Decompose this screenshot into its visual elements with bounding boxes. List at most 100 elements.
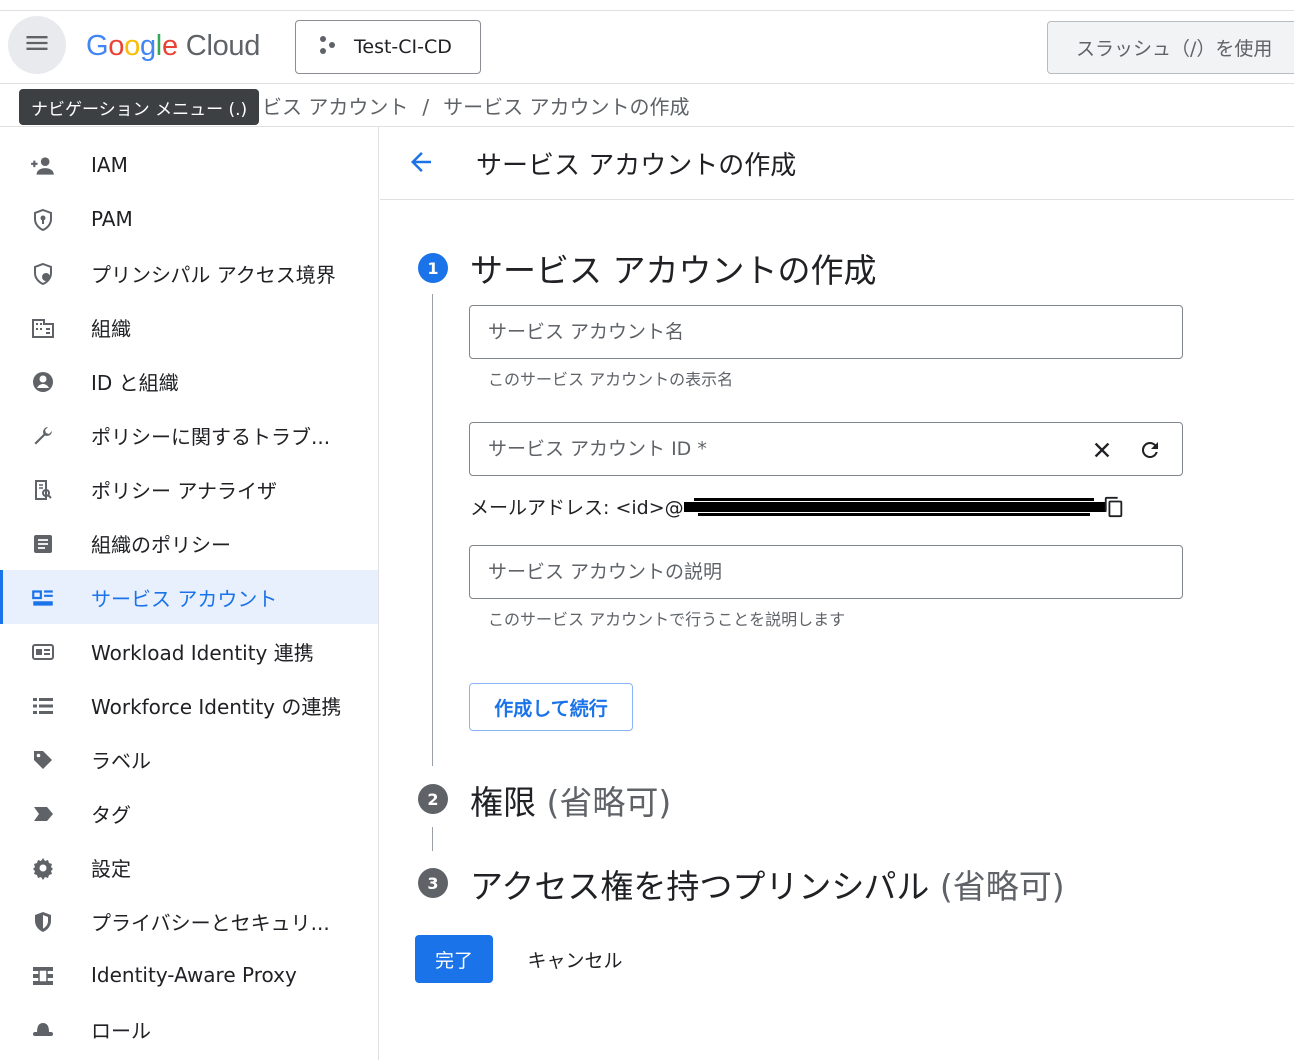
policy-search-icon	[30, 477, 56, 503]
sidebar-item-iam[interactable]: IAM	[0, 138, 378, 192]
sidebar-item-labels[interactable]: ラベル	[0, 732, 378, 786]
step-1-title-text: サービス アカウントの作成	[470, 251, 877, 290]
search-input[interactable]: スラッシュ（/）を使用	[1047, 21, 1294, 74]
sidebar-item-organization[interactable]: 組織	[0, 300, 378, 354]
sidebar-item-service-accounts[interactable]: サービス アカウント	[0, 570, 378, 624]
sidebar-item-workforce-identity[interactable]: Workforce Identity の連携	[0, 678, 378, 732]
sidebar-item-label: プリンシパル アクセス境界	[91, 262, 336, 287]
arrow-back-icon	[406, 147, 436, 181]
clear-icon[interactable]	[1088, 436, 1116, 464]
project-hub-icon	[316, 33, 340, 62]
sidebar-item-identity-and-organization[interactable]: ID と組織	[0, 354, 378, 408]
id-card-icon	[30, 639, 56, 665]
breadcrumb-separator: /	[422, 95, 430, 119]
step-2-title[interactable]: 権限 (省略可)	[470, 776, 671, 824]
tag-icon	[30, 801, 56, 827]
sidebar-item-tags[interactable]: タグ	[0, 786, 378, 840]
logo-google: Google	[86, 29, 178, 62]
service-account-id-input[interactable]	[470, 423, 1182, 475]
sidebar-item-principal-access-boundary[interactable]: プリンシパル アクセス境界	[0, 246, 378, 300]
sidebar-item-label: ポリシーに関するトラブ...	[91, 424, 331, 449]
step-connector-2	[432, 827, 433, 851]
step-3-number: 3	[418, 868, 448, 898]
sidebar-item-roles[interactable]: ロール	[0, 1002, 378, 1056]
hamburger-icon	[23, 29, 51, 61]
sidebar-item-label: ラベル	[91, 748, 151, 773]
sidebar-item-policy-troubleshooter[interactable]: ポリシーに関するトラブ...	[0, 408, 378, 462]
sidebar-item-label: Identity-Aware Proxy	[91, 963, 297, 987]
done-button[interactable]: 完了	[415, 935, 493, 983]
step-1-number: 1	[418, 253, 448, 283]
page-title: サービス アカウントの作成	[476, 151, 797, 181]
main-header: サービス アカウントの作成	[380, 127, 1294, 200]
step-3-title[interactable]: アクセス権を持つプリンシパル (省略可)	[470, 860, 1065, 908]
email-label: メールアドレス: <id>@	[470, 497, 684, 519]
sidebar-item-settings[interactable]: 設定	[0, 840, 378, 894]
building-icon	[30, 315, 56, 341]
shield-person-icon	[30, 261, 56, 287]
sidebar-item-label: PAM	[91, 207, 133, 231]
sidebar-item-label: 設定	[91, 856, 131, 881]
sidebar: IAM PAM プリンシパル アクセス境界 組織 ID と組織 ポリシーに関する…	[0, 127, 379, 1060]
sidebar-item-label: ポリシー アナライザ	[91, 478, 277, 503]
sidebar-item-privacy-security[interactable]: プライバシーとセキュリ...	[0, 894, 378, 948]
step-2-number: 2	[418, 784, 448, 814]
sidebar-item-label: プライバシーとセキュリ...	[91, 910, 330, 935]
service-account-description-input[interactable]	[470, 546, 1182, 598]
redacted-email-domain	[683, 497, 1106, 516]
sidebar-item-label: Workforce Identity の連携	[91, 694, 342, 719]
step-3-title-text: アクセス権を持つプリンシパル	[470, 867, 930, 906]
person-add-icon	[30, 153, 56, 179]
sidebar-item-label: ID と組織	[91, 370, 179, 395]
sidebar-item-identity-aware-proxy[interactable]: Identity-Aware Proxy	[0, 948, 378, 1002]
back-button[interactable]	[404, 147, 438, 181]
cancel-button[interactable]: キャンセル	[510, 935, 640, 983]
name-helper-text: このサービス アカウントの表示名	[488, 370, 734, 389]
list-icon	[30, 693, 56, 719]
step-3-optional: (省略可)	[939, 867, 1065, 906]
proxy-icon	[30, 963, 56, 989]
step-2-optional: (省略可)	[546, 783, 672, 822]
label-icon	[30, 747, 56, 773]
sidebar-item-label: 組織	[91, 316, 131, 341]
top-bar: Google Cloud Test-CI-CD スラッシュ（/）を使用	[0, 11, 1294, 84]
create-and-continue-button[interactable]: 作成して続行	[469, 683, 633, 731]
email-address-line: メールアドレス: <id>@	[470, 493, 1106, 520]
google-cloud-logo[interactable]: Google Cloud	[86, 26, 260, 66]
breadcrumb-current: サービス アカウントの作成	[443, 95, 690, 119]
service-account-icon	[30, 585, 56, 611]
sidebar-item-label: タグ	[91, 802, 131, 827]
project-name: Test-CI-CD	[354, 36, 452, 58]
sidebar-item-label: ロール	[91, 1018, 151, 1043]
step-connector-1	[432, 294, 433, 766]
logo-cloud: Cloud	[185, 29, 261, 62]
sidebar-item-label: サービス アカウント	[91, 586, 278, 611]
service-account-name-field[interactable]	[469, 305, 1183, 359]
navigation-menu-button[interactable]	[8, 16, 66, 74]
document-icon	[30, 531, 56, 557]
step-1-title: サービス アカウントの作成	[470, 244, 877, 292]
service-account-name-input[interactable]	[470, 306, 1182, 358]
project-selector[interactable]: Test-CI-CD	[295, 20, 481, 74]
account-circle-icon	[30, 369, 56, 395]
sidebar-item-pam[interactable]: PAM	[0, 192, 378, 246]
sidebar-item-label: IAM	[91, 153, 128, 177]
copy-icon[interactable]	[1101, 494, 1127, 520]
sidebar-item-label: Workload Identity 連携	[91, 640, 314, 665]
description-helper-text: このサービス アカウントで行うことを説明します	[488, 610, 846, 629]
breadcrumb-parent[interactable]: ビス アカウント	[262, 95, 408, 119]
navigation-menu-tooltip: ナビゲーション メニュー (.)	[19, 89, 260, 125]
shield-lock-icon	[30, 207, 56, 233]
service-account-id-field[interactable]	[469, 422, 1183, 476]
step-2-title-text: 権限	[470, 783, 536, 822]
search-placeholder: スラッシュ（/）を使用	[1076, 38, 1273, 60]
sidebar-item-org-policies[interactable]: 組織のポリシー	[0, 516, 378, 570]
sidebar-item-label: 組織のポリシー	[91, 532, 231, 557]
refresh-icon[interactable]	[1136, 436, 1164, 464]
service-account-description-field[interactable]	[469, 545, 1183, 599]
gear-icon	[30, 855, 56, 881]
shield-icon	[30, 909, 56, 935]
hat-icon	[30, 1017, 56, 1043]
sidebar-item-policy-analyzer[interactable]: ポリシー アナライザ	[0, 462, 378, 516]
sidebar-item-workload-identity[interactable]: Workload Identity 連携	[0, 624, 378, 678]
